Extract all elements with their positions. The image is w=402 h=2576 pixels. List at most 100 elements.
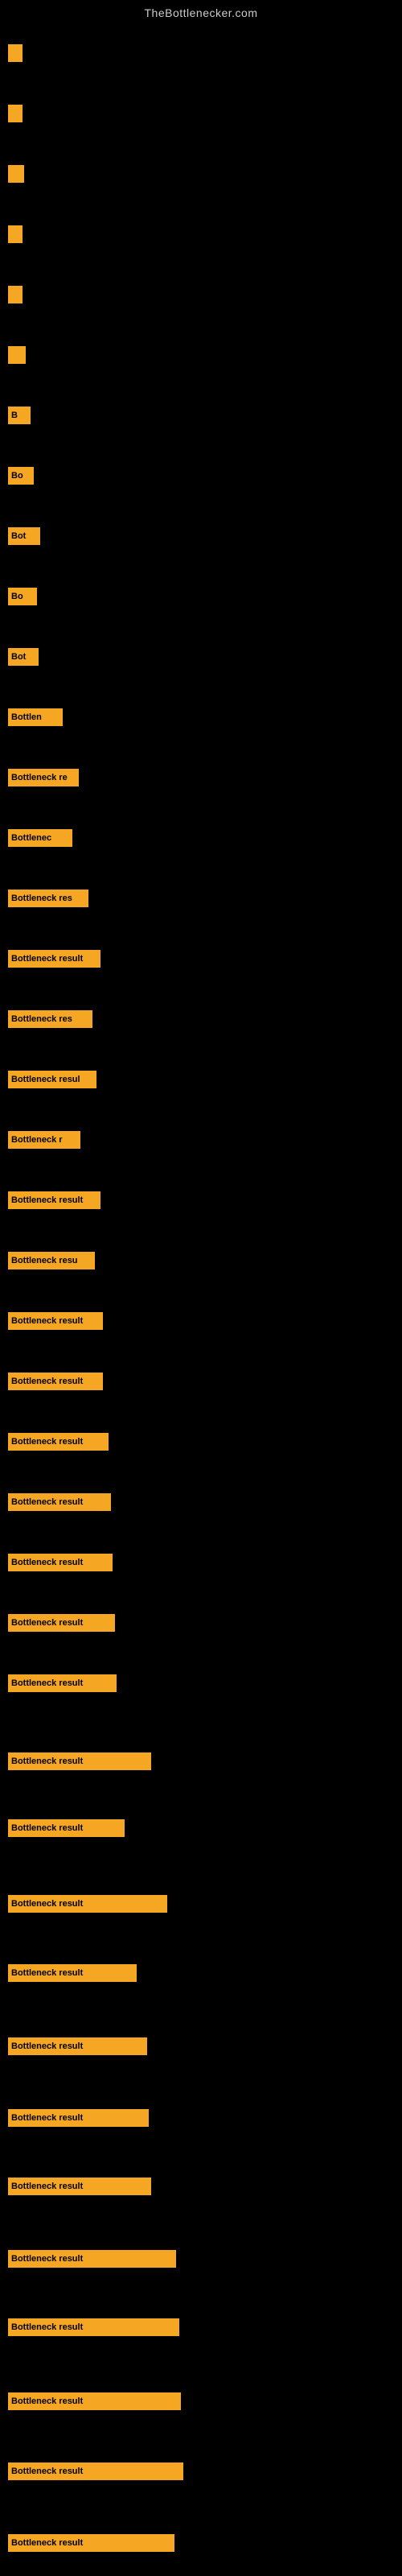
bar-row: B <box>8 407 31 424</box>
bar-row: Bottleneck resul <box>8 1071 96 1088</box>
bar-label: Bottlen <box>11 712 42 722</box>
bar-row: Bottleneck result <box>8 1819 125 1837</box>
bar-row <box>8 44 23 62</box>
bar: Bottleneck result <box>8 2178 151 2195</box>
bar-label: Bottleneck resu <box>11 1256 78 1265</box>
bar-label: Bottleneck result <box>11 2538 83 2548</box>
bar: Bottleneck result <box>8 1674 117 1692</box>
bar-row <box>8 165 24 183</box>
bar: Bot <box>8 648 39 666</box>
bar-row: Bottleneck resu <box>8 1252 95 1269</box>
bar-row: Bottleneck res <box>8 1010 92 1028</box>
bar-row: Bottleneck result <box>8 1554 113 1571</box>
bar-label: Bottleneck result <box>11 1558 83 1567</box>
bar-label: Bottleneck result <box>11 1316 83 1326</box>
bar-row: Bottlenec <box>8 829 72 847</box>
bar-label: Bottleneck result <box>11 1757 83 1766</box>
bar-label: Bottleneck res <box>11 1014 72 1024</box>
bar-label: Bottleneck res <box>11 894 72 903</box>
bar-label: Bottleneck result <box>11 1618 83 1628</box>
bar: Bottleneck resu <box>8 1252 95 1269</box>
bar: Bottlen <box>8 708 63 726</box>
bar: Bottleneck result <box>8 1752 151 1770</box>
bar-row: Bottleneck result <box>8 2037 147 2055</box>
bar-row: Bottleneck result <box>8 2178 151 2195</box>
chart-area: TheBottlenecker.com B Bo Bot Bo Bot Bottlen Bo… <box>0 0 402 2576</box>
bar-label: Bottleneck result <box>11 1377 83 1386</box>
bar-row: Bottleneck result <box>8 1191 100 1209</box>
bar-row: Bottleneck result <box>8 1433 109 1451</box>
bar-row: Bottleneck result <box>8 1373 103 1390</box>
bar-row: Bottleneck r <box>8 1131 80 1149</box>
bar-label: Bottleneck result <box>11 954 83 964</box>
bar-label: Bottleneck result <box>11 1437 83 1447</box>
bar: Bottleneck result <box>8 2250 176 2268</box>
bar: Bo <box>8 467 34 485</box>
bar <box>8 286 23 303</box>
bar-row: Bo <box>8 588 37 605</box>
bar-row <box>8 225 23 243</box>
bar: Bottleneck result <box>8 1819 125 1837</box>
bar: Bottleneck result <box>8 1964 137 1982</box>
bar-label: Bo <box>11 592 23 601</box>
bar-label: Bot <box>11 652 26 662</box>
bar-label: Bottlenec <box>11 833 51 843</box>
bar: Bottleneck result <box>8 1373 103 1390</box>
bar: Bottleneck result <box>8 1554 113 1571</box>
bar-row <box>8 105 23 122</box>
bar-row: Bottleneck result <box>8 2462 183 2480</box>
bar-label: Bottleneck result <box>11 1823 83 1833</box>
bar: Bottleneck result <box>8 2462 183 2480</box>
bar: Bottleneck result <box>8 2318 179 2336</box>
bar-label: Bottleneck result <box>11 2113 83 2123</box>
bar-label: Bottleneck result <box>11 2182 83 2191</box>
bar-label: Bottleneck result <box>11 2322 83 2332</box>
bar: Bottleneck result <box>8 1493 111 1511</box>
bar-label: Bottleneck result <box>11 2041 83 2051</box>
bar-row: Bottleneck result <box>8 1964 137 1982</box>
bar: Bottleneck r <box>8 1131 80 1149</box>
bar: Bottleneck result <box>8 2109 149 2127</box>
bar-row <box>8 346 26 364</box>
bar <box>8 44 23 62</box>
bar-label: Bottleneck resul <box>11 1075 80 1084</box>
bar-row: Bottleneck result <box>8 1674 117 1692</box>
bar-row: Bottleneck result <box>8 1895 167 1913</box>
bar-label: B <box>11 411 18 420</box>
bar-label: Bottleneck result <box>11 2254 83 2264</box>
bar: Bottleneck re <box>8 769 79 786</box>
bar: Bottleneck result <box>8 950 100 968</box>
bar: Bottleneck result <box>8 2037 147 2055</box>
bar: Bo <box>8 588 37 605</box>
bar-row: Bottleneck result <box>8 1493 111 1511</box>
bar <box>8 105 23 122</box>
bar-label: Bottleneck result <box>11 1497 83 1507</box>
bar: Bottlenec <box>8 829 72 847</box>
bar-label: Bo <box>11 471 23 481</box>
bar-row: Bottleneck result <box>8 2109 149 2127</box>
bar <box>8 346 26 364</box>
bar-row: Bottleneck result <box>8 1752 151 1770</box>
bar: Bot <box>8 527 40 545</box>
bar-row <box>8 286 23 303</box>
bar: Bottleneck result <box>8 2392 181 2410</box>
bar <box>8 165 24 183</box>
bar: Bottleneck result <box>8 2534 174 2552</box>
bar-row: Bottleneck result <box>8 1614 115 1632</box>
bar: Bottleneck result <box>8 1614 115 1632</box>
bar-label: Bottleneck r <box>11 1135 63 1145</box>
bar-label: Bot <box>11 531 26 541</box>
bar-row: Bo <box>8 467 34 485</box>
bar-row: Bottleneck result <box>8 2318 179 2336</box>
bar-row: Bottleneck result <box>8 2534 174 2552</box>
bar-label: Bottleneck result <box>11 2396 83 2406</box>
bar-row: Bot <box>8 527 40 545</box>
site-title: TheBottlenecker.com <box>0 0 402 23</box>
bar-row: Bottlen <box>8 708 63 726</box>
bar: Bottleneck result <box>8 1191 100 1209</box>
bar: Bottleneck result <box>8 1312 103 1330</box>
bar: Bottleneck resul <box>8 1071 96 1088</box>
bar: Bottleneck res <box>8 890 88 907</box>
bar: Bottleneck res <box>8 1010 92 1028</box>
bar-row: Bottleneck result <box>8 2250 176 2268</box>
